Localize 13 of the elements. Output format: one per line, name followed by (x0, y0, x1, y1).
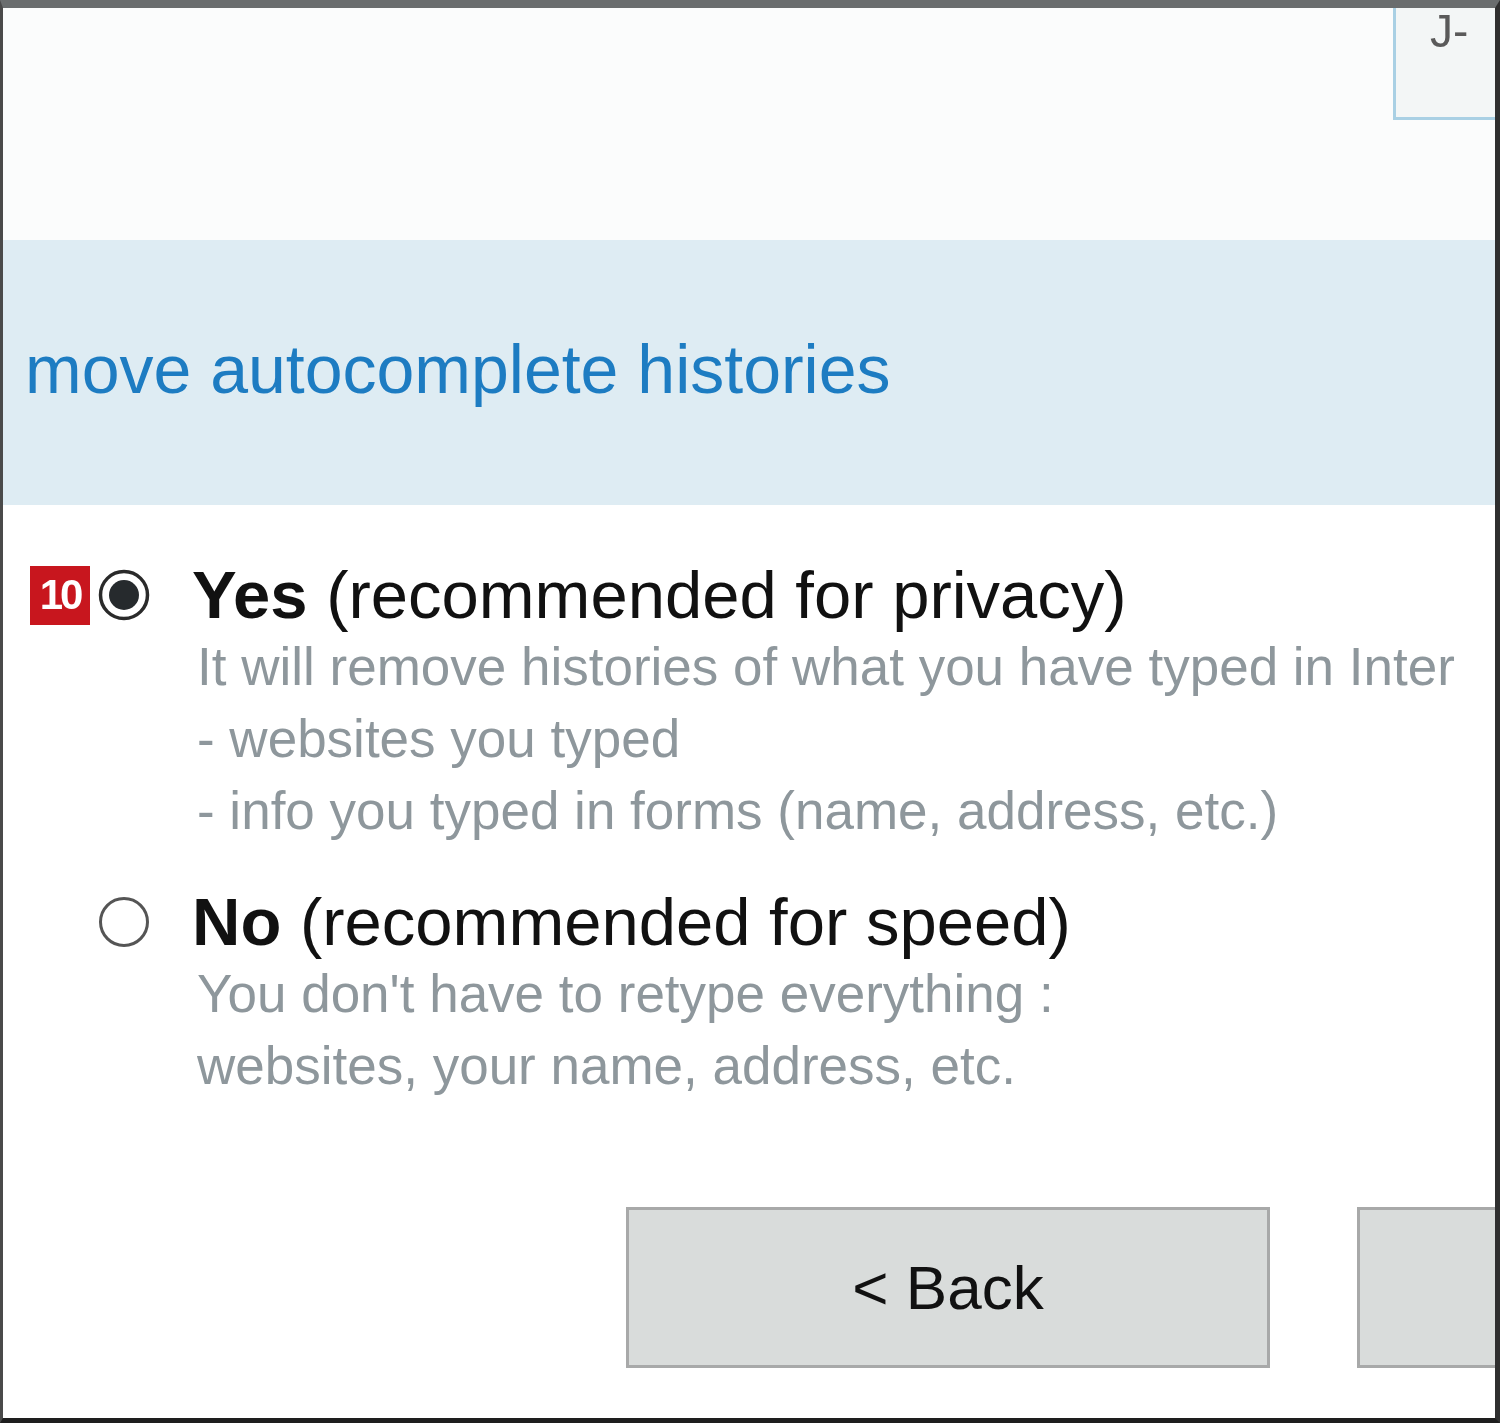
option-label[interactable]: Yes (recommended for privacy) (192, 559, 1127, 631)
step-number-badge: 10 (30, 565, 90, 625)
option-description: - websites you typed (197, 708, 681, 770)
radio-button[interactable] (98, 896, 150, 948)
option-description: websites, your name, address, etc. (197, 1035, 1016, 1097)
option-description: You don't have to retype everything : (197, 963, 1054, 1025)
cut-off-button[interactable]: J- (1393, 8, 1495, 120)
page-title: move autocomplete histories (25, 329, 891, 408)
back-button[interactable]: < Back (626, 1207, 1270, 1368)
radio-button[interactable] (98, 569, 150, 621)
option-label[interactable]: No (recommended for speed) (192, 886, 1071, 958)
option-description: - info you typed in forms (name, address, etc.) (197, 780, 1279, 842)
option-description: It will remove histories of what you have typed in Inter (197, 636, 1455, 698)
